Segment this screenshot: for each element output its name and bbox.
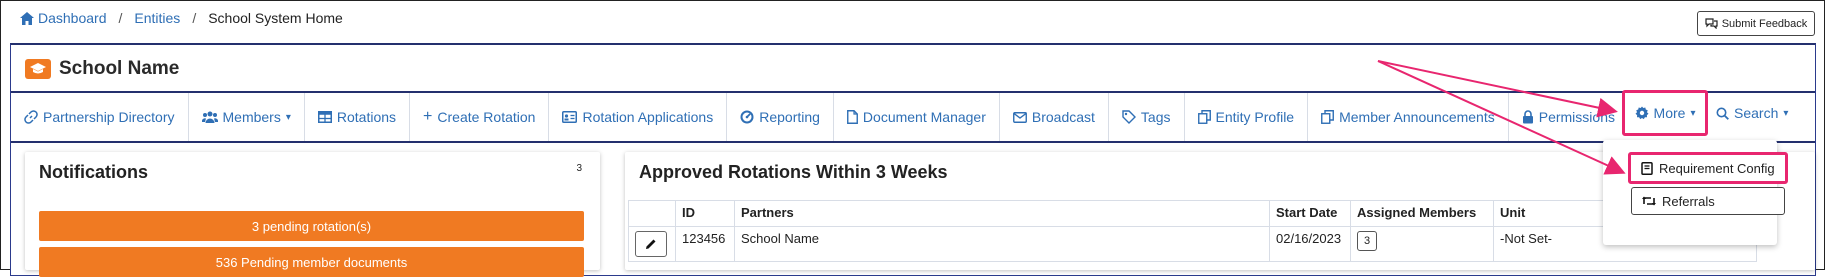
notifications-count-badge: 3 [576, 163, 582, 174]
table-cell-assigned-members: 3 [1350, 226, 1494, 262]
nav-rotations[interactable]: Rotations [305, 93, 411, 141]
submit-feedback-button[interactable]: Submit Feedback [1697, 11, 1815, 36]
nav-label: Entity Profile [1215, 109, 1295, 125]
nav-tags[interactable]: Tags [1109, 93, 1185, 141]
table-cell-partners: School Name [734, 226, 1270, 262]
pencil-icon [646, 239, 656, 249]
nav-document-manager[interactable]: Document Manager [834, 93, 1000, 141]
edit-rotation-button[interactable] [635, 231, 667, 257]
table-cell-actions [628, 226, 676, 262]
table-cell-id: 123456 [675, 226, 735, 262]
comments-icon [1705, 18, 1718, 29]
nav-label: Reporting [759, 109, 820, 125]
search-menu-button[interactable]: Search ▾ [1716, 90, 1788, 136]
plus-icon: + [423, 108, 433, 125]
nav-reporting[interactable]: Reporting [727, 93, 834, 141]
nav-label: Document Manager [862, 109, 986, 125]
nav-label: Partnership Directory [43, 109, 175, 125]
column-header-assigned-members: Assigned Members [1350, 200, 1494, 227]
id-card-icon [562, 111, 578, 123]
approved-rotations-title: Approved Rotations Within 3 Weeks [639, 162, 948, 182]
nav-label: Members [222, 109, 281, 125]
nav-member-announcements[interactable]: Member Announcements [1308, 93, 1509, 141]
search-icon [1716, 107, 1729, 120]
menu-item-label: Requirement Config [1659, 160, 1775, 176]
nav-members[interactable]: Members ▾ [189, 93, 305, 141]
menu-item-requirement-config[interactable]: Requirement Config [1628, 152, 1788, 184]
lock-icon [1522, 110, 1533, 124]
chevron-down-icon: ▾ [285, 111, 291, 123]
copy-icon [1321, 110, 1335, 124]
chevron-down-icon: ▾ [1783, 107, 1789, 119]
nav-entity-profile[interactable]: Entity Profile [1185, 93, 1309, 141]
approved-rotations-table: ID Partners Start Date Assigned Members … [628, 200, 1757, 262]
column-header-actions [628, 200, 676, 227]
envelope-icon [1012, 111, 1027, 123]
menu-item-referrals[interactable]: Referrals [1631, 187, 1785, 215]
nav-label: Create Rotation [437, 109, 536, 125]
nav-label: Broadcast [1031, 109, 1095, 125]
notifications-panel: Notifications 3 3 pending rotation(s) 53… [25, 152, 600, 277]
nav-label: Rotation Applications [582, 109, 714, 125]
nav-label: Member Announcements [1339, 109, 1495, 125]
assigned-members-count-button[interactable]: 3 [1357, 231, 1378, 251]
nav-partnership-directory[interactable]: Partnership Directory [11, 93, 189, 141]
tags-icon [1122, 110, 1136, 124]
more-dropdown-menu: Requirement Config Referrals [1603, 140, 1788, 245]
breadcrumb-separator: / [118, 10, 123, 26]
retweet-icon [1642, 196, 1656, 206]
nav-label: Tags [1140, 109, 1171, 125]
graduation-cap-icon [25, 59, 51, 79]
breadcrumb-dashboard-label: Dashboard [38, 10, 107, 26]
gear-icon [1635, 106, 1649, 120]
breadcrumb-entities[interactable]: Entities [134, 10, 180, 26]
home-icon [20, 11, 34, 25]
menu-item-label: Referrals [1662, 193, 1715, 209]
chevron-down-icon: ▾ [1690, 107, 1696, 119]
more-label: More [1653, 105, 1686, 121]
file-icon [846, 110, 858, 124]
gauge-icon [740, 110, 754, 124]
column-header-partners: Partners [734, 200, 1270, 227]
table-cell-start-date: 02/16/2023 [1269, 226, 1351, 262]
breadcrumb-current: School System Home [208, 10, 343, 26]
table-header-row: ID Partners Start Date Assigned Members … [628, 200, 1757, 227]
more-menu-button[interactable]: More ▾ [1622, 90, 1708, 136]
pending-rotations-alert[interactable]: 3 pending rotation(s) [39, 211, 584, 241]
copy-icon [1197, 110, 1211, 124]
title-row: School Name [25, 58, 179, 80]
submit-feedback-label: Submit Feedback [1721, 17, 1808, 30]
column-header-start-date: Start Date [1269, 200, 1351, 227]
nav-permissions[interactable]: Permissions [1509, 93, 1628, 141]
breadcrumb-dashboard[interactable]: Dashboard [20, 10, 107, 26]
book-icon [1641, 161, 1653, 175]
nav-label: Rotations [336, 109, 397, 125]
search-label: Search [1734, 105, 1779, 121]
link-icon [24, 110, 38, 124]
breadcrumb-separator: / [192, 10, 197, 26]
page-title: School Name [59, 58, 180, 79]
pending-documents-alert[interactable]: 536 Pending member documents [39, 247, 584, 277]
breadcrumb: Dashboard / Entities / School System Hom… [20, 10, 343, 26]
nav-create-rotation[interactable]: + Create Rotation [410, 93, 550, 141]
users-icon [201, 111, 218, 123]
entity-nav: Partnership Directory Members ▾ Rotation… [11, 91, 1815, 143]
table-row: 123456 School Name 02/16/2023 3 -Not Set… [628, 226, 1757, 262]
notifications-title: Notifications [39, 162, 149, 182]
table-icon [317, 111, 332, 123]
nav-broadcast[interactable]: Broadcast [1000, 93, 1109, 141]
column-header-id: ID [675, 200, 735, 227]
nav-rotation-applications[interactable]: Rotation Applications [549, 93, 728, 141]
nav-label: Permissions [1538, 109, 1615, 125]
